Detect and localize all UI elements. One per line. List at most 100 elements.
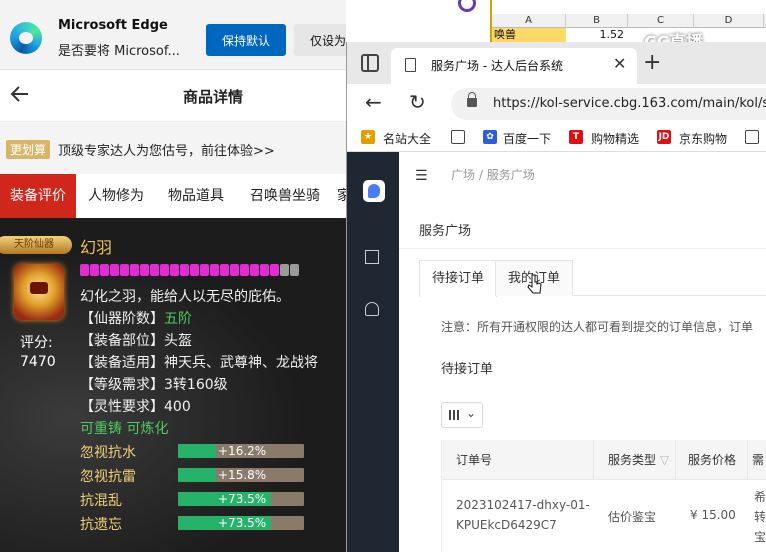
- bookmark-item[interactable]: 购物精选: [591, 130, 639, 147]
- attr-value: +73.5%: [218, 492, 267, 506]
- item-detail-panel: 天阶仙器 幻羽 幻化之羽，能给人以无尽的庇佑。 评分: 7470 【仙器阶数】五…: [0, 218, 346, 552]
- refresh-icon[interactable]: ↻: [409, 90, 426, 114]
- star-icon: [110, 264, 119, 276]
- col-header[interactable]: A: [492, 14, 566, 28]
- tab-character[interactable]: 人物修为: [78, 174, 154, 218]
- star-icon: [150, 264, 159, 276]
- item-description: 幻化之羽，能给人以无尽的庇佑。: [80, 289, 290, 305]
- attr-bar: +73.5%: [178, 492, 304, 506]
- prop-key: 【等级需求】: [80, 377, 164, 393]
- tab-actions-icon[interactable]: [361, 54, 379, 72]
- prop-value: 头盔: [164, 333, 192, 349]
- mobile-product-page: Microsoft Edge 是否要将 Microsof... 保持默认 仅设为…: [0, 0, 346, 552]
- col-header[interactable]: D: [694, 14, 764, 28]
- col-header[interactable]: C: [628, 14, 694, 28]
- browser-tab-bar: 服务广场 - 达人后台系统 ✕ +: [347, 42, 766, 84]
- prop-value: 400: [164, 399, 191, 415]
- tab-equipment-review[interactable]: 装备评价: [0, 174, 76, 218]
- set-default-button[interactable]: 仅设为默认: [294, 24, 346, 56]
- new-tab-plus-icon[interactable]: +: [643, 50, 661, 75]
- refine-status: 可重铸 可炼化: [80, 421, 169, 437]
- app-logo-icon[interactable]: [363, 180, 385, 202]
- breadcrumb-item: 服务广场: [486, 168, 535, 182]
- star-icon: [180, 264, 189, 276]
- prop-value: 神天兵、武尊神、龙战将: [164, 355, 318, 371]
- edge-logo-icon: [10, 22, 42, 54]
- score-value: 7470: [20, 354, 56, 370]
- attr-name: 抗混乱: [80, 493, 122, 509]
- star-icon: [230, 264, 239, 276]
- attr-name: 忽视抗水: [80, 445, 136, 461]
- breadcrumb-item[interactable]: 广场: [451, 168, 475, 182]
- star-icon: [160, 264, 169, 276]
- prop-row: 【灵性要求】400: [80, 396, 191, 416]
- bookmark-star-icon: ★: [361, 130, 375, 144]
- sheet-column-headers: A B C D: [492, 14, 766, 28]
- star-icon: [220, 264, 229, 276]
- star-icon: [250, 264, 259, 276]
- lock-icon[interactable]: [467, 92, 477, 107]
- star-icon: [120, 264, 129, 276]
- keep-default-button[interactable]: 保持默认: [206, 24, 286, 56]
- tab-items[interactable]: 物品道具: [158, 174, 234, 218]
- tab-title: 服务广场 - 达人后台系统: [431, 59, 563, 73]
- prop-key: 【仙器阶数】: [80, 311, 164, 327]
- attr-bar: +16.2%: [178, 444, 304, 458]
- attr-bar-fill: [178, 468, 216, 482]
- bookmark-item[interactable]: 名站大全: [383, 130, 431, 147]
- menu-toggle-icon[interactable]: ☰: [415, 168, 428, 184]
- promo-banner[interactable]: 更划算 顶级专家达人为您估号，前往体验>>: [0, 122, 346, 174]
- breadcrumb: 广场 / 服务广场: [451, 166, 535, 183]
- close-icon[interactable]: ✕: [613, 54, 626, 73]
- spreadsheet-window: A B C D 唤兽 1.52: [490, 0, 766, 42]
- back-icon[interactable]: ←: [365, 90, 382, 114]
- bookmarks-bar: ★ 名站大全 ✿ 百度一下 T 购物精选 JD 京东购物: [347, 124, 766, 152]
- attr-name: 抗遗忘: [80, 517, 122, 533]
- tab-summons[interactable]: 召唤兽坐骑: [240, 174, 330, 218]
- attr-name: 忽视抗雷: [80, 469, 136, 485]
- star-icon: [100, 264, 109, 276]
- attr-value: +15.8%: [218, 468, 267, 482]
- app-sidebar: [347, 152, 399, 552]
- star-icon: [290, 264, 299, 276]
- attr-value: +16.2%: [218, 444, 267, 458]
- edge-notice-title: Microsoft Edge: [58, 18, 168, 33]
- filter-icon[interactable]: ▽: [660, 453, 669, 467]
- prop-key: 【装备部位】: [80, 333, 164, 349]
- column-header-service-type[interactable]: 服务类型 ▽: [594, 440, 676, 480]
- tab-pending-orders[interactable]: 待接订单: [419, 260, 498, 297]
- url-field[interactable]: https://kol-service.cbg.163.com/main/kol…: [451, 88, 766, 120]
- bookmark-item[interactable]: 百度一下: [503, 130, 551, 147]
- sheet-cell[interactable]: 1.52: [568, 28, 628, 42]
- prop-key: 【装备适用】: [80, 355, 164, 371]
- star-icon: [140, 264, 149, 276]
- table-header: 订单号 服务类型 ▽ 服务价格 需: [442, 440, 766, 480]
- browser-tab-active[interactable]: 服务广场 - 达人后台系统 ✕: [391, 48, 637, 84]
- building-icon[interactable]: [365, 250, 379, 264]
- tab-more[interactable]: 家: [334, 174, 346, 218]
- bookmark-item[interactable]: 京东购物: [679, 130, 727, 147]
- view-select[interactable]: ⌄: [441, 402, 483, 428]
- tmall-icon: T: [569, 130, 583, 144]
- order-tabs: 待接订单 我的订单: [419, 260, 766, 297]
- star-icon: [280, 264, 289, 276]
- edge-default-browser-notice: Microsoft Edge 是否要将 Microsof... 保持默认 仅设为…: [0, 0, 346, 70]
- orders-table: 订单号 服务类型 ▽ 服务价格 需 2023102417-dhxy-01- KP…: [441, 440, 766, 552]
- prop-value: 五阶: [164, 311, 192, 327]
- item-name: 幻羽: [80, 238, 113, 257]
- address-bar: ← ↻ https://kol-service.cbg.163.com/main…: [347, 84, 766, 124]
- user-icon[interactable]: [365, 302, 379, 316]
- sheet-cell[interactable]: 唤兽: [492, 28, 566, 42]
- star-icon: [200, 264, 209, 276]
- edge-notice-desc: 是否要将 Microsof...: [58, 44, 180, 59]
- col-header[interactable]: B: [566, 14, 628, 28]
- order-id-line: KPUEkcD6429C7: [456, 518, 557, 532]
- prop-row: 【仙器阶数】五阶: [80, 308, 192, 328]
- notice-text: 注意：所有开通权限的达人都可看到提交的订单信息，订单: [441, 320, 754, 334]
- chevron-down-icon: ⌄: [466, 406, 477, 420]
- url-text: https://kol-service.cbg.163.com/main/kol…: [493, 96, 766, 111]
- star-icon: [130, 264, 139, 276]
- order-id-line: 2023102417-dhxy-01-: [456, 498, 590, 512]
- prop-key: 【灵性要求】: [80, 399, 164, 415]
- page-icon: [405, 58, 416, 72]
